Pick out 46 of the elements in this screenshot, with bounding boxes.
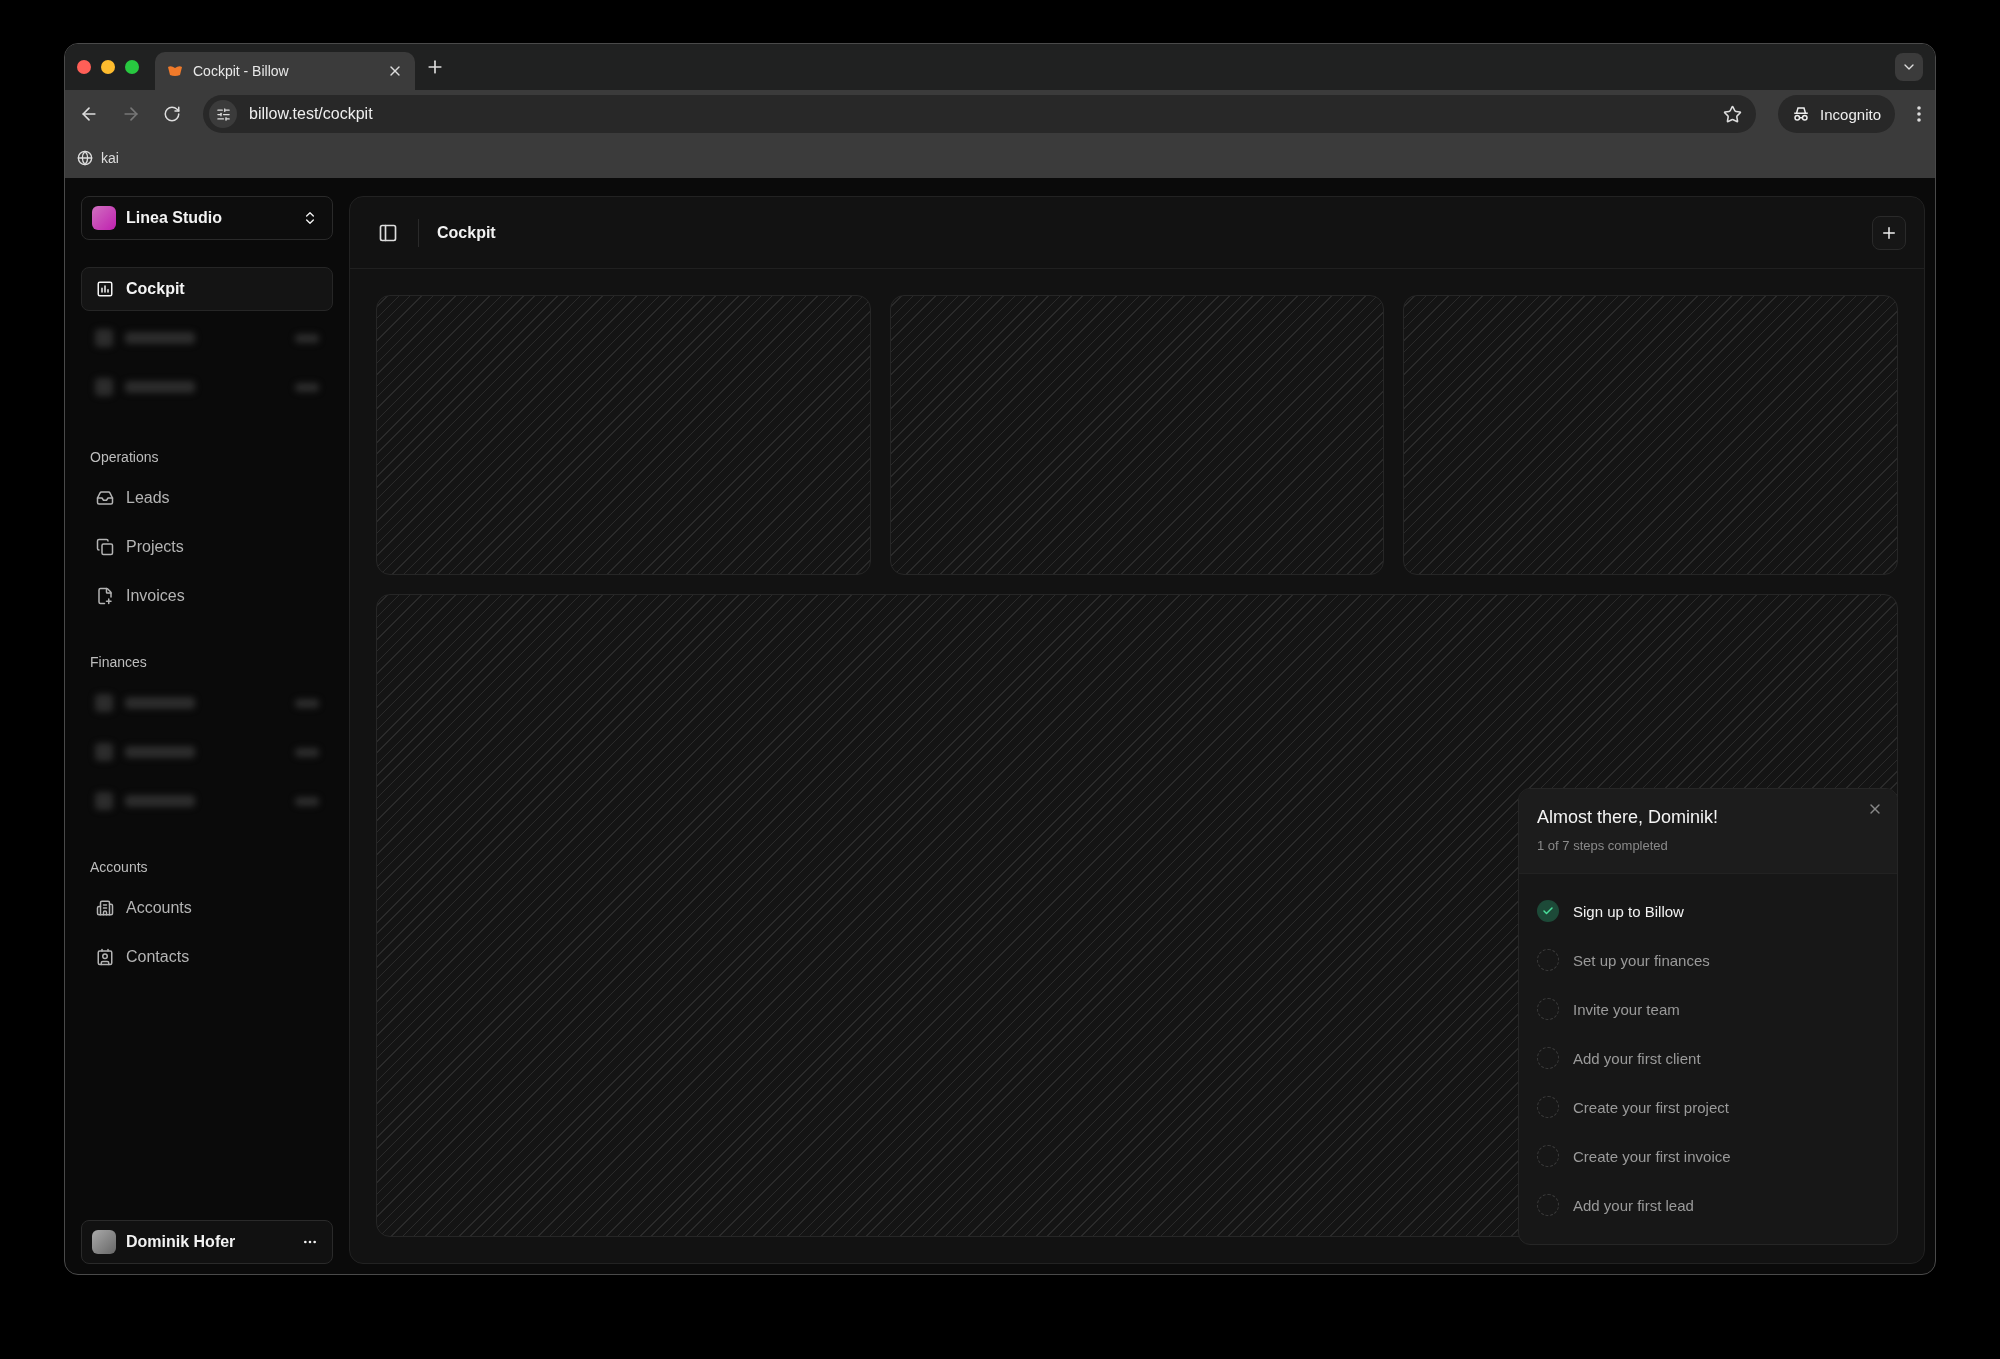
sidebar-item[interactable]: Leads [81,476,333,520]
add-button[interactable] [1872,215,1906,250]
checklist-step[interactable]: Add your first lead [1537,1194,1879,1216]
minimize-window-icon[interactable] [101,60,115,74]
maximize-window-icon[interactable] [125,60,139,74]
page-title: Cockpit [437,223,496,242]
checklist-step[interactable]: Create your first project [1537,1096,1879,1118]
close-window-icon[interactable] [77,60,91,74]
sidebar-item[interactable]: Projects [81,525,333,569]
checklist-step[interactable]: Set up your finances [1537,949,1879,971]
checklist-step[interactable]: Sign up to Billow [1537,900,1879,922]
address-bar[interactable]: billow.test/cockpit [203,95,1757,133]
checklist-step[interactable]: Invite your team [1537,998,1879,1020]
section-title: Finances [89,654,148,670]
tab-list-button[interactable] [1895,53,1923,81]
incognito-button[interactable]: Incognito [1778,95,1895,133]
inbox-icon [96,489,114,507]
sliders-icon [215,106,231,122]
bookmark-star-button[interactable] [1723,104,1743,124]
sidebar-item[interactable]: Invoices [81,574,333,618]
sidebar-item[interactable]: Contacts [81,935,333,979]
bookmark-link[interactable]: kai [77,150,119,166]
reload-button[interactable] [163,105,181,123]
copy-icon [96,538,114,556]
checklist-step[interactable]: Create your first invoice [1537,1145,1879,1167]
contact-card-icon [96,948,114,966]
workspace-switcher[interactable]: Linea Studio [81,196,333,240]
menu-button[interactable] [1917,106,1921,122]
logo-icon [167,65,183,77]
avatar-icon [92,1230,116,1254]
workspace-logo [92,206,116,230]
browser-tab[interactable]: Cockpit - Billow [155,52,415,90]
incognito-icon [1792,105,1811,123]
checklist-step[interactable]: Add your first client [1537,1047,1879,1069]
sidebar-item[interactable]: Cockpit [81,267,333,311]
section-title: Operations [89,449,160,465]
site-settings-button[interactable] [209,100,237,128]
chart-icon [96,280,114,298]
user-menu-button[interactable]: Dominik Hofer [81,1220,333,1264]
more-icon [1917,106,1921,122]
file-plus-icon [96,587,114,605]
building-icon [96,899,114,917]
sidebar-toggle-button[interactable] [378,222,398,243]
checklist-title: Almost there, Dominik! [1537,807,1720,828]
sidebar-item[interactable]: Accounts [81,886,333,930]
section-title: Accounts [89,859,149,875]
